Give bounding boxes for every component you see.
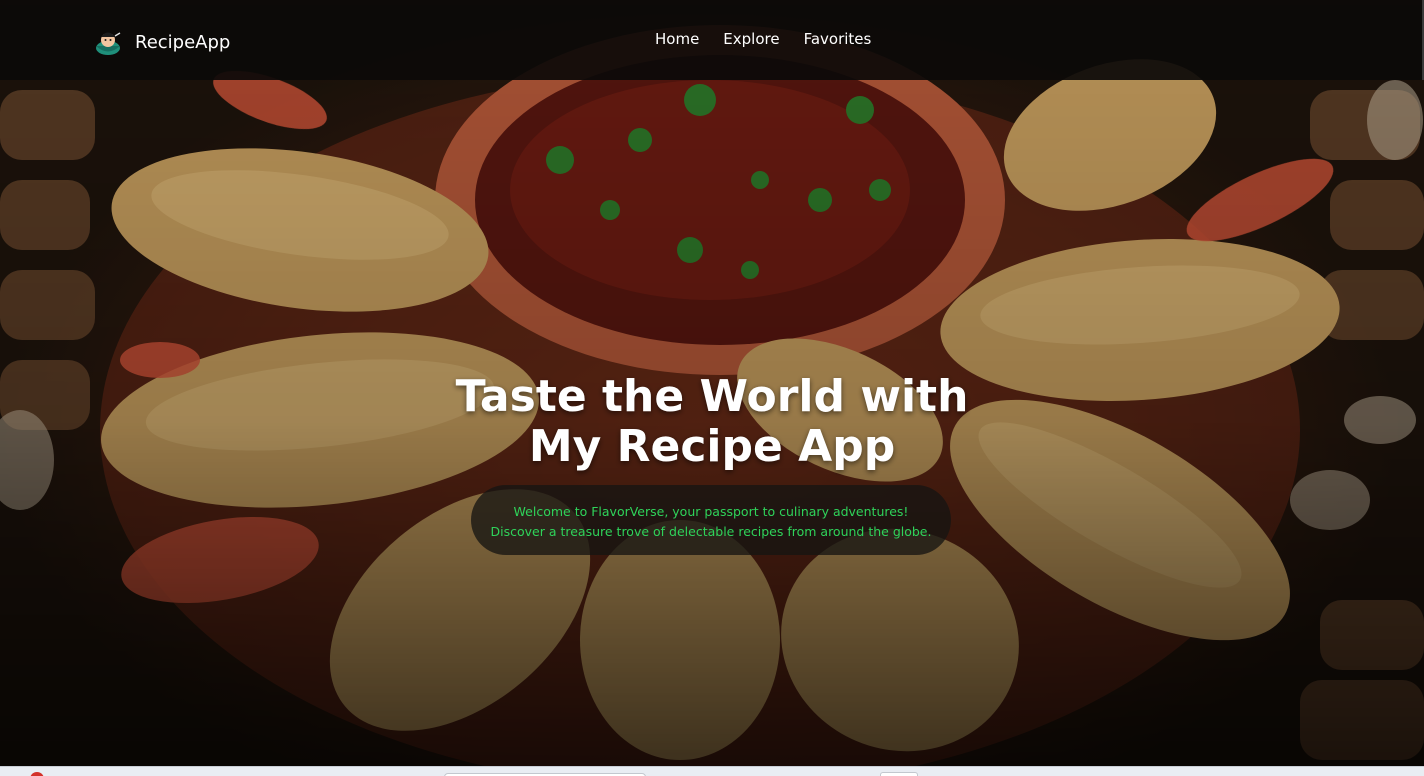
nav-home-link[interactable]: Home bbox=[655, 30, 699, 48]
hero-subtitle-line1: Welcome to FlavorVerse, your passport to… bbox=[513, 504, 909, 519]
hero-title: Taste the World with My Recipe App bbox=[412, 372, 1012, 472]
hero-title-line1: Taste the World with bbox=[455, 371, 969, 422]
nav-explore-link[interactable]: Explore bbox=[723, 30, 779, 48]
hero-subtitle-line2: Discover a treasure trove of delectable … bbox=[490, 524, 932, 539]
taskbar-app-icon[interactable] bbox=[30, 772, 44, 776]
os-taskbar bbox=[0, 766, 1424, 776]
chef-bowl-icon bbox=[96, 32, 121, 55]
brand-link[interactable]: RecipeApp bbox=[93, 25, 230, 59]
taskbar-button[interactable] bbox=[880, 772, 918, 776]
hero-title-line2: My Recipe App bbox=[528, 421, 896, 472]
landing-page: RecipeApp Home Explore Favorites Taste t… bbox=[0, 0, 1424, 776]
nav-favorites-link[interactable]: Favorites bbox=[804, 30, 872, 48]
nav-links: Home Explore Favorites bbox=[655, 30, 871, 48]
hero-subtitle-pill: Welcome to FlavorVerse, your passport to… bbox=[471, 485, 951, 555]
brand-name: RecipeApp bbox=[135, 31, 231, 53]
top-navbar: RecipeApp Home Explore Favorites bbox=[0, 0, 1424, 80]
